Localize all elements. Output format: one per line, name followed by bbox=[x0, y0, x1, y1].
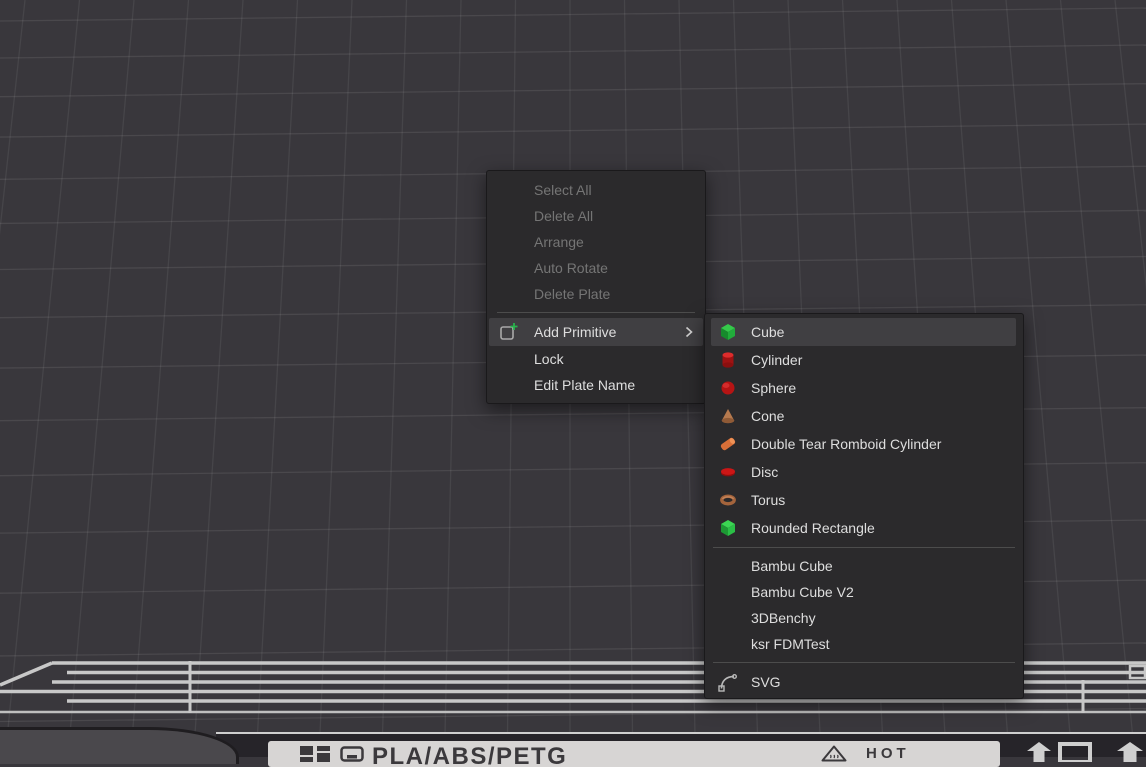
menu-item-select-all: Select All bbox=[487, 177, 705, 203]
sphere-icon bbox=[718, 378, 738, 398]
hot-label: HOT bbox=[866, 745, 910, 762]
submenu-separator bbox=[713, 662, 1015, 663]
menu-item-arrange: Arrange bbox=[487, 229, 705, 255]
plate-front-edge: PLA/ABS/PETG HOT bbox=[216, 732, 1146, 757]
submenu-item-torus[interactable]: Torus bbox=[705, 486, 1023, 514]
bambulab-logo bbox=[300, 746, 330, 762]
menu-item-add-primitive[interactable]: Add Primitive bbox=[487, 318, 705, 346]
add-primitive-icon bbox=[498, 321, 520, 343]
submenu-item-disc[interactable]: Disc bbox=[705, 458, 1023, 486]
submenu-item-rounded-rectangle[interactable]: Rounded Rectangle bbox=[705, 514, 1023, 542]
submenu-item-double-tear-romboid-cylinder[interactable]: Double Tear Romboid Cylinder bbox=[705, 430, 1023, 458]
submenu-item-cube[interactable]: Cube bbox=[705, 318, 1023, 346]
menu-item-edit-plate-name[interactable]: Edit Plate Name bbox=[487, 372, 705, 398]
disc-icon bbox=[718, 462, 738, 482]
torus-icon bbox=[718, 490, 738, 510]
romboid-cylinder-icon bbox=[718, 434, 738, 454]
plate-type-icon bbox=[340, 746, 364, 762]
screenshot-root: { "context_menu": { "items": [ {"label":… bbox=[0, 0, 1146, 755]
submenu-separator bbox=[713, 547, 1015, 548]
plate-sticker: PLA/ABS/PETG HOT bbox=[268, 741, 1000, 767]
submenu-item-3dbenchy[interactable]: 3DBenchy bbox=[705, 605, 1023, 631]
submenu-item-bambu-cube-v2[interactable]: Bambu Cube V2 bbox=[705, 579, 1023, 605]
hot-warning-icon bbox=[821, 745, 847, 762]
submenu-item-ksr-fdmtest[interactable]: ksr FDMTest bbox=[705, 631, 1023, 657]
submenu-item-cylinder[interactable]: Cylinder bbox=[705, 346, 1023, 374]
menu-item-auto-rotate: Auto Rotate bbox=[487, 255, 705, 281]
add-primitive-submenu: Cube Cylinder Sphere Cone bbox=[704, 313, 1024, 699]
rounded-rectangle-icon bbox=[718, 518, 738, 538]
chevron-right-icon bbox=[685, 326, 693, 338]
context-menu: Select All Delete All Arrange Auto Rotat… bbox=[486, 170, 706, 404]
menu-item-delete-plate: Delete Plate bbox=[487, 281, 705, 307]
menu-item-lock[interactable]: Lock bbox=[487, 346, 705, 372]
cube-icon bbox=[718, 322, 738, 342]
menu-item-delete-all: Delete All bbox=[487, 203, 705, 229]
menu-separator bbox=[497, 312, 695, 313]
submenu-item-bambu-cube[interactable]: Bambu Cube bbox=[705, 553, 1023, 579]
submenu-item-svg[interactable]: SVG bbox=[705, 668, 1023, 696]
svg-bezier-icon bbox=[718, 672, 738, 692]
submenu-item-sphere[interactable]: Sphere bbox=[705, 374, 1023, 402]
plate-orientation-markings bbox=[1027, 742, 1146, 762]
cone-icon bbox=[718, 406, 738, 426]
cylinder-icon bbox=[718, 350, 738, 370]
plate-corner bbox=[0, 727, 239, 764]
submenu-item-cone[interactable]: Cone bbox=[705, 402, 1023, 430]
plate-material-label: PLA/ABS/PETG bbox=[372, 743, 567, 767]
